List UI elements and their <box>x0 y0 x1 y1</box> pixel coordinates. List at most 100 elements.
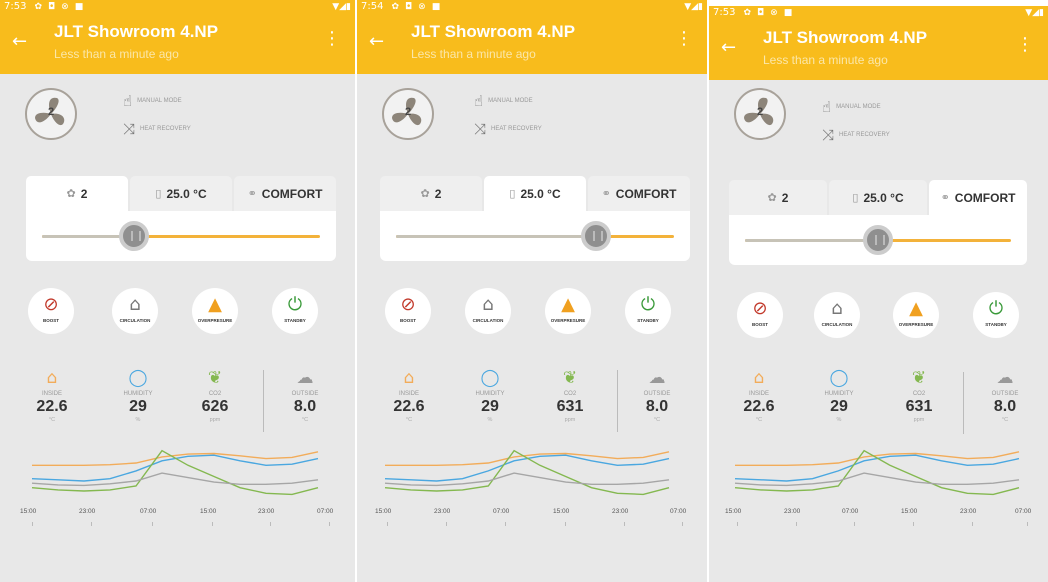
sensor-humidity: ◯ HUMIDITY 29 % <box>108 368 168 423</box>
phone-screen-2: 7:54 ✿ ◘ ⊗ ■ ▼◢▮ ← JLT Showroom 4.NP Les… <box>357 0 707 582</box>
water-drop-icon: ◯ <box>480 368 500 388</box>
sensor-value: 626 <box>201 398 229 415</box>
status-time: 7:53 <box>713 7 736 18</box>
x-tick <box>270 522 271 526</box>
tab-label: 25.0 °C <box>166 186 207 201</box>
sensor-humidity: ◯ HUMIDITY 29 % <box>460 368 520 423</box>
control-tabs: ✿ 2 ▯ 25.0 °C ⚭ COMFORT <box>26 176 336 211</box>
back-arrow-icon[interactable]: ← <box>12 31 27 52</box>
x-tick <box>152 522 153 526</box>
back-arrow-icon[interactable]: ← <box>721 37 736 58</box>
sensor-unit: % <box>135 417 141 423</box>
x-tick <box>972 522 973 526</box>
leaf-icon: ❦ <box>562 368 578 388</box>
tab-temperature[interactable]: ▯ 25.0 °C <box>484 176 586 211</box>
circulation-label: CIRCULATION <box>821 322 853 327</box>
series-line-3 <box>734 472 1020 487</box>
sensor-unit: °C <box>755 417 763 423</box>
back-arrow-icon[interactable]: ← <box>369 31 384 52</box>
slider-knob[interactable] <box>863 225 893 255</box>
plug-icon: ⏻ <box>640 294 656 315</box>
x-axis-label: 07:00 <box>140 508 157 515</box>
sensor-value: 29 <box>830 398 848 415</box>
overpressure-button[interactable]: ▲ OVERPRESURE <box>893 292 939 338</box>
slider-knob[interactable] <box>581 221 612 251</box>
boost-button[interactable]: ⊘ BOOST <box>385 288 431 334</box>
x-tick <box>505 522 506 526</box>
x-axis-label: 07:00 <box>842 508 859 515</box>
gauge-icon: ⊘ <box>752 298 768 319</box>
sensor-value: 8.0 <box>293 398 317 415</box>
app-bar: ← JLT Showroom 4.NP Less than a minute a… <box>709 20 1048 80</box>
circulation-button[interactable]: ⌂ CIRCULATION <box>112 288 158 334</box>
more-vert-icon[interactable]: ⋮ <box>323 28 341 49</box>
fan-icon: ✿ <box>420 187 430 200</box>
circulation-button[interactable]: ⌂ CIRCULATION <box>814 292 860 338</box>
house-icon: ⌂ <box>753 368 765 388</box>
manual-mode-label: MANUAL MODE <box>137 98 182 104</box>
thermometer-icon: ▯ <box>155 187 162 200</box>
sensor-unit: % <box>487 417 493 423</box>
sensor-unit: °C <box>1001 417 1009 423</box>
standby-button[interactable]: ⏻ STANDBY <box>272 288 318 334</box>
boost-button[interactable]: ⊘ BOOST <box>737 292 783 338</box>
overpressure-button[interactable]: ▲ OVERPRESURE <box>545 288 591 334</box>
last-updated: Less than a minute ago <box>54 47 179 61</box>
tab-label: 2 <box>781 190 789 205</box>
standby-button[interactable]: ⏻ STANDBY <box>973 292 1019 338</box>
sensor-value: 8.0 <box>993 398 1017 415</box>
settings-icon: ✿ <box>391 2 400 12</box>
overpressure-button[interactable]: ▲ OVERPRESURE <box>192 288 238 334</box>
heat-recovery-label: HEAT RECOVERY <box>140 126 191 132</box>
series-line-1 <box>31 454 319 482</box>
fan-speed-indicator[interactable]: 2 <box>382 88 434 140</box>
standby-button[interactable]: ⏻ STANDBY <box>625 288 671 334</box>
fan-speed-indicator[interactable]: 2 <box>25 88 77 140</box>
sensor-unit: % <box>836 417 842 423</box>
more-vert-icon[interactable]: ⋮ <box>675 28 693 49</box>
x-axis-label: 07:00 <box>1015 508 1032 515</box>
x-tick <box>737 522 738 526</box>
series-line-1 <box>384 454 670 482</box>
fire-icon: ▲ <box>208 294 222 315</box>
slider-knob[interactable] <box>118 221 149 251</box>
device-title: JLT Showroom 4.NP <box>411 22 576 41</box>
x-axis-label: 07:00 <box>493 508 510 515</box>
x-axis-label: 15:00 <box>553 508 570 515</box>
x-tick <box>329 522 330 526</box>
x-tick <box>854 522 855 526</box>
tab-fan-speed[interactable]: ✿ 2 <box>729 180 827 215</box>
sensor-outside: ☁ OUTSIDE 8.0 °C <box>275 368 335 423</box>
sensor-inside: ⌂ INSIDE 22.6 °C <box>22 368 82 423</box>
screens-stage: 7:53 ✿ ◘ ⊗ ■ ▼◢▮ ← JLT Showroom 4.NP Les… <box>0 0 1048 582</box>
standby-label: STANDBY <box>284 318 306 323</box>
tab-fan-speed[interactable]: ✿ 2 <box>26 176 128 211</box>
tab-label: 2 <box>80 186 88 201</box>
boost-button[interactable]: ⊘ BOOST <box>28 288 74 334</box>
series-line-1 <box>734 454 1020 482</box>
gauge-icon: ⊘ <box>400 294 416 315</box>
circulation-button[interactable]: ⌂ CIRCULATION <box>465 288 511 334</box>
x-axis-label: 07:00 <box>670 508 687 515</box>
house-arrows-icon: ⌂ <box>129 294 141 315</box>
tab-comfort[interactable]: ⚭ COMFORT <box>234 176 336 211</box>
shield-icon: ◘ <box>405 2 413 12</box>
more-vert-icon[interactable]: ⋮ <box>1016 34 1034 55</box>
sensor-unit: °C <box>301 417 309 423</box>
fire-icon: ▲ <box>909 298 923 319</box>
tab-comfort[interactable]: ⚭ COMFORT <box>929 180 1027 215</box>
control-card: ✿ 2 ▯ 25.0 °C ⚭ COMFORT <box>729 180 1027 265</box>
tab-fan-speed[interactable]: ✿ 2 <box>380 176 482 211</box>
fan-icon: ✿ <box>66 187 76 200</box>
house-arrows-icon: ⌂ <box>831 298 843 319</box>
heat-recovery-indicator: ⤨ HEAT RECOVERY <box>474 120 542 138</box>
thermometer-icon: ▯ <box>852 191 859 204</box>
tab-comfort[interactable]: ⚭ COMFORT <box>588 176 690 211</box>
sensor-value: 29 <box>129 398 147 415</box>
x-tick <box>387 522 388 526</box>
sensor-name: HUMIDITY <box>123 391 153 397</box>
tab-temperature[interactable]: ▯ 25.0 °C <box>130 176 232 211</box>
x-tick <box>446 522 447 526</box>
tab-temperature[interactable]: ▯ 25.0 °C <box>829 180 927 215</box>
fan-speed-indicator[interactable]: 2 <box>734 88 786 140</box>
